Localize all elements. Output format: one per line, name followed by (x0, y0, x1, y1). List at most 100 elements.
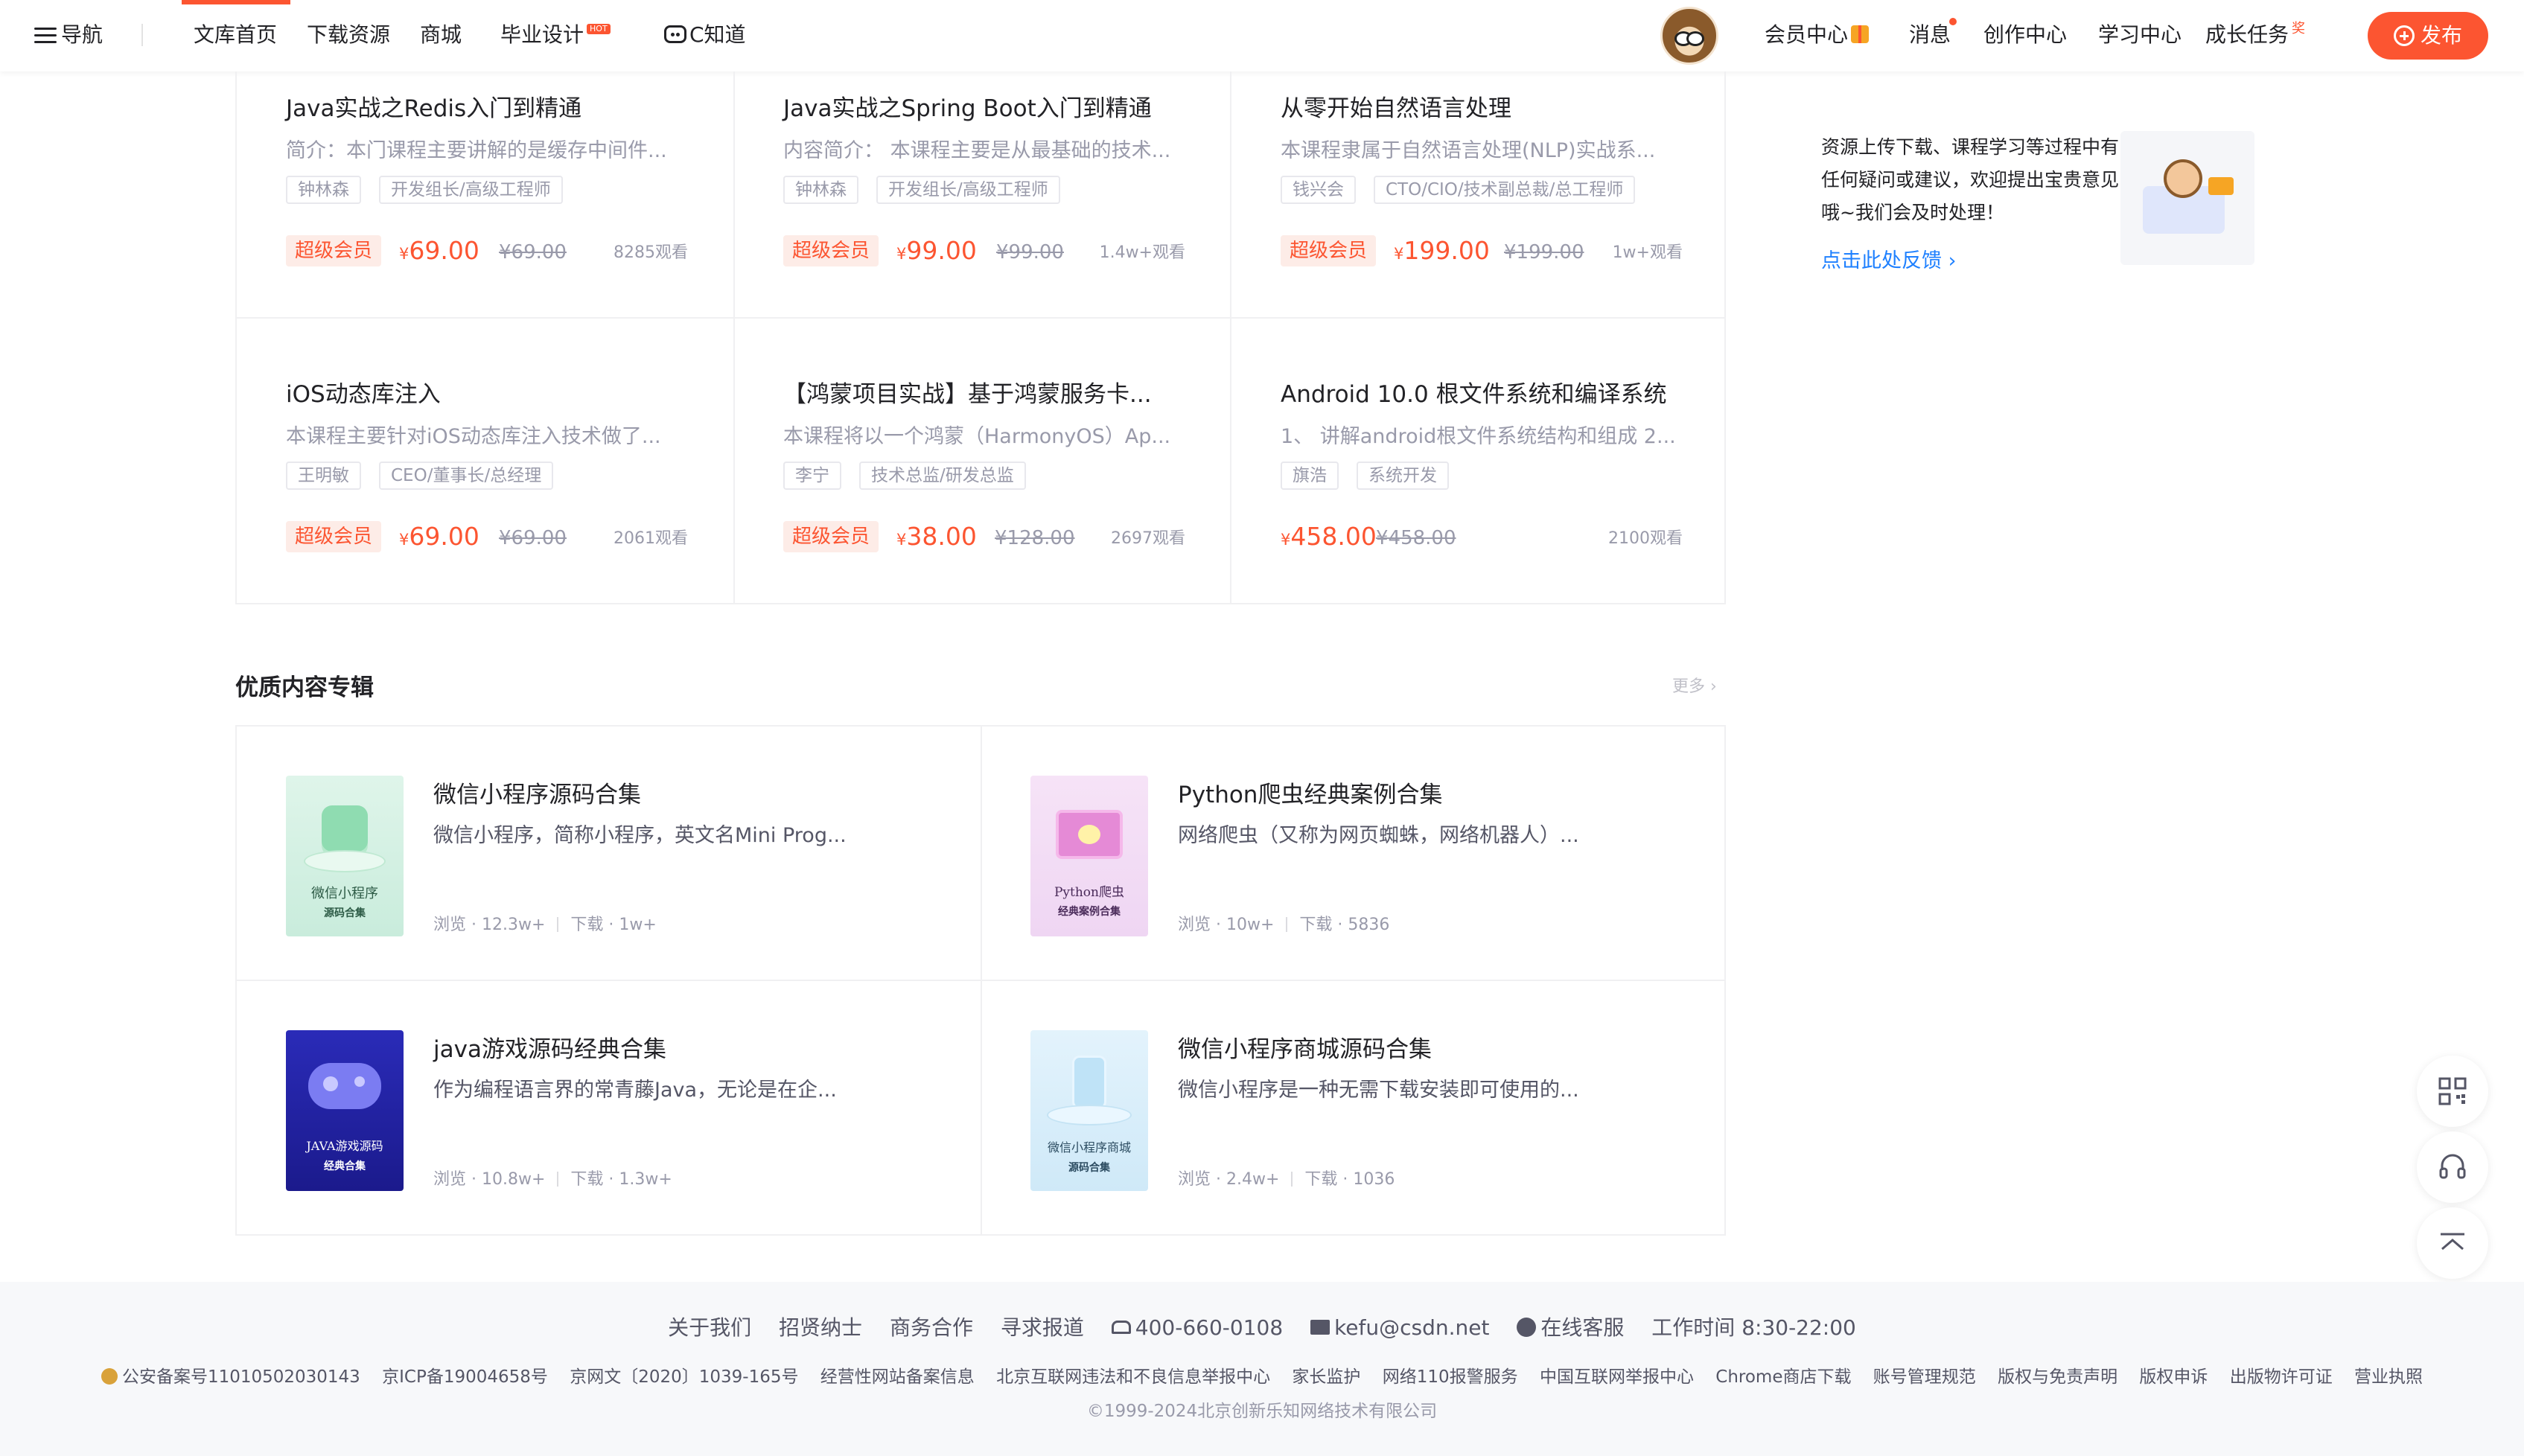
footer-legal-link[interactable]: 网络110报警服务 (1383, 1367, 1518, 1387)
online-service-label: 在线客服 (1540, 1315, 1625, 1340)
qr-code-button[interactable] (2417, 1056, 2488, 1127)
growth-tasks-label: 成长任务 (2205, 22, 2289, 47)
creation-center-link[interactable]: 创作中心 (1983, 22, 2067, 48)
footer-link-business[interactable]: 商务合作 (890, 1315, 973, 1340)
tab-download-resources[interactable]: 下载资源 (307, 22, 390, 48)
browse-count: 浏览 · 10w+ (1178, 916, 1275, 934)
course-title[interactable]: 【鸿蒙项目实战】基于鸿蒙服务卡... (783, 375, 1152, 409)
footer-email[interactable]: kefu@csdn.net (1310, 1315, 1489, 1340)
price-row: 超级会员 ¥69.00 ¥69.00 8285观看 (286, 235, 688, 269)
tab-c-zhidao[interactable]: C知道 (664, 22, 746, 48)
album-cover[interactable]: 微信小程序 源码合集 (286, 776, 404, 936)
publish-button[interactable]: 发布 (2368, 12, 2488, 60)
learning-center-link[interactable]: 学习中心 (2098, 22, 2182, 48)
course-price: ¥458.00 (1281, 521, 1377, 555)
tab-graduation-design-label: 毕业设计 (500, 22, 584, 47)
browse-count: 浏览 · 2.4w+ (1178, 1170, 1280, 1189)
currency-symbol: ¥ (399, 531, 409, 549)
footer-legal-link[interactable]: 京ICP备19004658号 (382, 1367, 548, 1387)
course-card[interactable]: 【鸿蒙项目实战】基于鸿蒙服务卡... 本课程将以一个鸿蒙（HarmonyOS）A… (734, 357, 1231, 643)
album-card[interactable]: Python爬虫 经典案例合集 Python爬虫经典案例合集 网络爬虫（又称为网… (981, 727, 1726, 981)
course-card[interactable]: iOS动态库注入 本课程主要针对iOS动态库注入技术做了... 王明敏 CEO/董… (237, 357, 734, 643)
course-tags: 钱兴会 CTO/CIO/技术副总裁/总工程师 (1281, 176, 1653, 205)
album-title[interactable]: 微信小程序商城源码合集 (1178, 1030, 1432, 1064)
course-card[interactable]: Java实战之Spring Boot入门到精通 内容简介： 本课程主要是从最基础… (734, 71, 1231, 357)
album-cover[interactable]: 微信小程序商城 源码合集 (1030, 1030, 1148, 1191)
course-card[interactable]: Android 10.0 根文件系统和编译系统 1、 讲解android根文件系… (1231, 357, 1729, 643)
course-title[interactable]: 从零开始自然语言处理 (1281, 89, 1511, 123)
course-desc: 本课程主要针对iOS动态库注入技术做了... (286, 425, 661, 448)
course-card[interactable]: Java实战之Redis入门到精通 简介：本门课程主要讲解的是缓存中间件... … (237, 71, 734, 357)
back-to-top-button[interactable] (2417, 1207, 2488, 1279)
footer-links: 关于我们 招贤纳士 商务合作 寻求报道 400-660-0108 kefu@cs… (0, 1312, 2524, 1341)
footer-link-press[interactable]: 寻求报道 (1001, 1315, 1084, 1340)
footer-legal-link[interactable]: 家长监护 (1292, 1367, 1360, 1387)
album-card[interactable]: JAVA游戏源码 经典合集 java游戏源码经典合集 作为编程语言界的常青藤Ja… (237, 981, 981, 1236)
album-cover[interactable]: Python爬虫 经典案例合集 (1030, 776, 1148, 936)
customer-service-button[interactable] (2417, 1131, 2488, 1203)
robot-icon (664, 25, 686, 43)
course-title[interactable]: Java实战之Spring Boot入门到精通 (783, 89, 1152, 123)
course-grid: Java实战之Redis入门到精通 简介：本门课程主要讲解的是缓存中间件... … (235, 71, 1726, 604)
footer-work-hours: 工作时间 8:30-22:00 (1651, 1315, 1856, 1340)
hamburger-icon (34, 28, 57, 44)
hot-badge: HOT (587, 24, 611, 34)
download-count: 下载 · 1036 (1304, 1170, 1395, 1189)
footer-legal-link[interactable]: 京网文〔2020〕1039-165号 (570, 1367, 798, 1387)
price-row: 超级会员 ¥199.00 ¥199.00 1w+观看 (1281, 235, 1683, 269)
messages-label: 消息 (1909, 22, 1951, 47)
divider (557, 1172, 559, 1187)
tab-library-home[interactable]: 文库首页 (194, 22, 277, 48)
footer-link-careers[interactable]: 招贤纳士 (779, 1315, 862, 1340)
album-card[interactable]: 微信小程序商城 源码合集 微信小程序商城源码合集 微信小程序是一种无需下载安装即… (981, 981, 1726, 1236)
view-count: 2061观看 (614, 529, 688, 548)
footer-legal-link[interactable]: 中国互联网举报中心 (1540, 1367, 1694, 1387)
gift-icon (1851, 25, 1870, 43)
member-center-link[interactable]: 会员中心 (1765, 22, 1870, 48)
footer-legal-link[interactable]: 版权申诉 (2139, 1367, 2208, 1387)
footer-police-record[interactable]: 公安备案号11010502030143 (101, 1367, 360, 1387)
messages-link[interactable]: 消息 (1909, 22, 1951, 48)
police-badge-icon (101, 1367, 118, 1385)
unread-dot (1949, 18, 1957, 25)
nav-menu-button[interactable]: 导航 (34, 22, 103, 48)
footer-legal-link[interactable]: Chrome商店下载 (1715, 1367, 1851, 1387)
footer-legal-link[interactable]: 版权与免责声明 (1998, 1367, 2117, 1387)
footer-legal-link[interactable]: 账号管理规范 (1873, 1367, 1976, 1387)
course-price: ¥38.00 (896, 521, 977, 555)
footer-legal-link[interactable]: 北京互联网违法和不良信息举报中心 (996, 1367, 1270, 1387)
footer-link-about[interactable]: 关于我们 (668, 1315, 751, 1340)
growth-tasks-link[interactable]: 成长任务奖 (2205, 21, 2305, 51)
album-title[interactable]: java游戏源码经典合集 (433, 1030, 666, 1064)
album-desc: 微信小程序是一种无需下载安装即可使用的... (1178, 1079, 1579, 1102)
original-price: ¥69.00 (499, 527, 567, 549)
footer-legal-link[interactable]: 出版物许可证 (2230, 1367, 2333, 1387)
footer-online-service[interactable]: 在线客服 (1517, 1315, 1624, 1340)
album-card[interactable]: 微信小程序 源码合集 微信小程序源码合集 微信小程序，简称小程序，英文名Mini… (237, 727, 981, 981)
course-desc: 本课程将以一个鸿蒙（HarmonyOS）Ap... (783, 425, 1171, 448)
user-avatar[interactable] (1660, 7, 1718, 65)
more-link[interactable]: 更多 › (1672, 673, 1717, 697)
course-title[interactable]: Android 10.0 根文件系统和编译系统 (1281, 375, 1667, 409)
police-record-text: 公安备案号11010502030143 (121, 1367, 360, 1387)
footer-legal-link[interactable]: 营业执照 (2354, 1367, 2423, 1387)
footer-legal-link[interactable]: 经营性网站备案信息 (820, 1367, 975, 1387)
course-desc: 内容简介： 本课程主要是从最基础的技术... (783, 139, 1171, 162)
currency-symbol: ¥ (399, 245, 409, 263)
course-title[interactable]: iOS动态库注入 (286, 375, 441, 409)
album-desc: 网络爬虫（又称为网页蜘蛛，网络机器人）... (1178, 824, 1579, 847)
spider-illustration (1078, 825, 1100, 844)
footer-phone[interactable]: 400-660-0108 (1111, 1315, 1283, 1340)
course-price: ¥99.00 (896, 235, 977, 269)
tab-graduation-design[interactable]: 毕业设计 HOT (500, 22, 611, 48)
album-title[interactable]: Python爬虫经典案例合集 (1178, 776, 1442, 809)
course-title[interactable]: Java实战之Redis入门到精通 (286, 89, 581, 123)
tab-mall[interactable]: 商城 (420, 22, 462, 48)
album-title[interactable]: 微信小程序源码合集 (433, 776, 641, 809)
qr-code-icon (2438, 1077, 2467, 1105)
feedback-link[interactable]: 点击此处反馈 › (1821, 244, 1956, 273)
original-price: ¥69.00 (499, 241, 567, 264)
course-card[interactable]: 从零开始自然语言处理 本课程隶属于自然语言处理(NLP)实战系... 钱兴会 CT… (1231, 71, 1729, 357)
album-cover[interactable]: JAVA游戏源码 经典合集 (286, 1030, 404, 1191)
footer: 关于我们 招贤纳士 商务合作 寻求报道 400-660-0108 kefu@cs… (0, 1282, 2524, 1456)
